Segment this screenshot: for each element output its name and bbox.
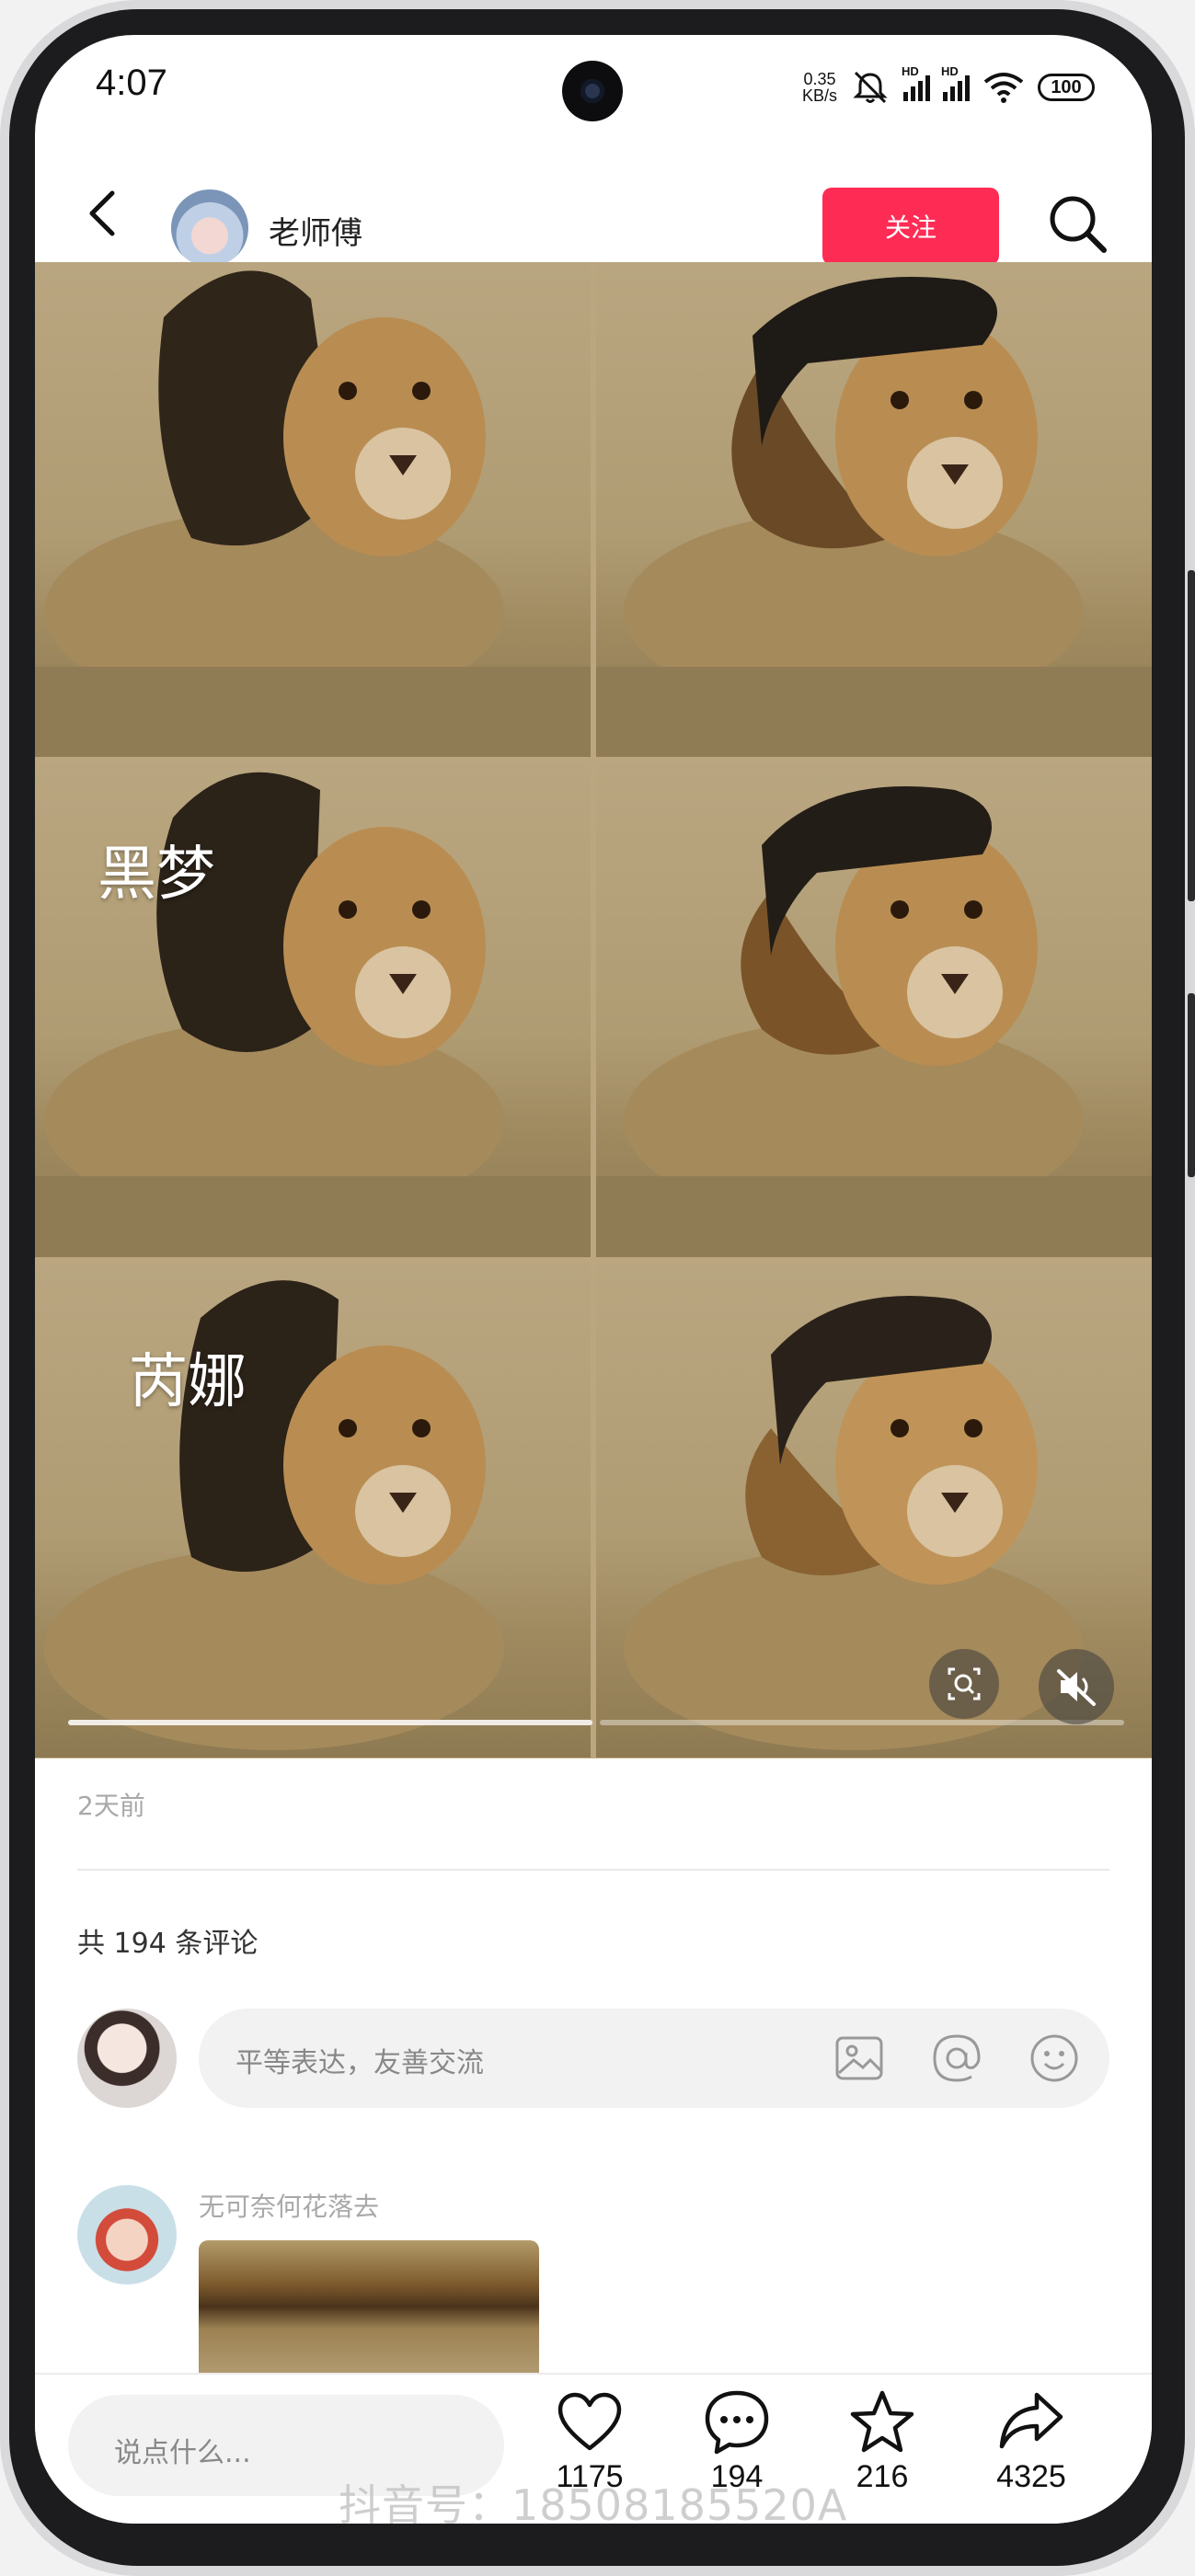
- comment-count: 共 194 条评论: [77, 1928, 259, 1960]
- my-avatar: [77, 2009, 177, 2108]
- speaker-muted-icon: [1057, 1669, 1096, 1706]
- net-speed-value: 0.35: [803, 70, 836, 88]
- scan-search-icon: [948, 1667, 981, 1700]
- divider: [77, 1869, 1109, 1871]
- emoji-icon[interactable]: [1027, 2031, 1082, 2086]
- share-arrow-icon: [999, 2392, 1063, 2449]
- status-bar: 4:07 0.35 KB/s HD HD 100: [35, 35, 1152, 145]
- share-button[interactable]: 4325: [981, 2387, 1082, 2495]
- mute-button[interactable]: [1039, 1649, 1114, 1724]
- follow-button[interactable]: 关注: [822, 188, 999, 265]
- posted-time: 2天前: [77, 1791, 145, 1821]
- status-icons: 0.35 KB/s HD HD 100: [802, 64, 1095, 109]
- share-count: 4325: [996, 2459, 1066, 2494]
- image-panel: [596, 762, 1152, 1257]
- status-time: 4:07: [96, 63, 167, 103]
- back-arrow-icon[interactable]: [81, 189, 129, 237]
- network-type-1: HD: [902, 64, 919, 78]
- lion-illustration: [35, 270, 591, 757]
- top-nav: 老师傅 关注: [35, 153, 1152, 272]
- signal-2-icon: HD: [941, 64, 970, 101]
- net-speed-unit: KB/s: [801, 86, 837, 105]
- panel-label: 芮娜: [129, 1348, 247, 1416]
- watermark: 抖音号：18508185520A: [339, 2480, 848, 2524]
- heart-icon: [557, 2392, 622, 2451]
- lion-illustration: [596, 277, 1152, 757]
- silent-bell-icon: [853, 71, 888, 104]
- comment-bubble-icon: [705, 2390, 769, 2455]
- image-panel: [596, 262, 1152, 757]
- mention-icon[interactable]: [929, 2031, 984, 2086]
- wifi-icon: [983, 73, 1024, 103]
- author-avatar[interactable]: [171, 189, 248, 267]
- comment-image[interactable]: [199, 2240, 539, 2387]
- panel-label: 黑梦: [98, 841, 215, 909]
- network-type-2: HD: [941, 64, 959, 78]
- image-progress-active: [68, 1720, 592, 1725]
- image-search-button[interactable]: [929, 1649, 999, 1719]
- image-panel: 黑梦: [35, 762, 591, 1257]
- image-panel: [35, 262, 591, 757]
- net-speed: 0.35 KB/s: [802, 71, 837, 104]
- volume-button: [1188, 570, 1195, 901]
- front-camera: [562, 61, 623, 121]
- comment-input[interactable]: 平等表达，友善交流: [199, 2009, 1109, 2108]
- lion-illustration: [44, 1280, 504, 1750]
- battery-indicator: 100: [1038, 74, 1095, 101]
- comment-placeholder: 平等表达，友善交流: [236, 2047, 484, 2079]
- comment-author-avatar[interactable]: [77, 2185, 177, 2284]
- image-icon[interactable]: [832, 2031, 887, 2086]
- signal-1-icon: HD: [902, 64, 930, 101]
- lion-illustration: [596, 786, 1152, 1257]
- phone-frame: 4:07 0.35 KB/s HD HD 100 老师傅 关注 黑梦 芮娜 2天…: [0, 0, 1195, 2576]
- star-icon: [850, 2390, 914, 2453]
- screen: 4:07 0.35 KB/s HD HD 100 老师傅 关注 黑梦 芮娜 2天…: [35, 35, 1152, 2524]
- comment-author-name[interactable]: 无可奈何花落去: [199, 2187, 379, 2224]
- post-image[interactable]: 黑梦 芮娜: [35, 262, 1152, 1758]
- power-button: [1188, 993, 1195, 1177]
- author-name[interactable]: 老师傅: [269, 208, 362, 253]
- say-placeholder: 说点什么...: [114, 2437, 251, 2469]
- search-icon[interactable]: [1045, 191, 1109, 256]
- image-panel: 芮娜: [35, 1263, 591, 1757]
